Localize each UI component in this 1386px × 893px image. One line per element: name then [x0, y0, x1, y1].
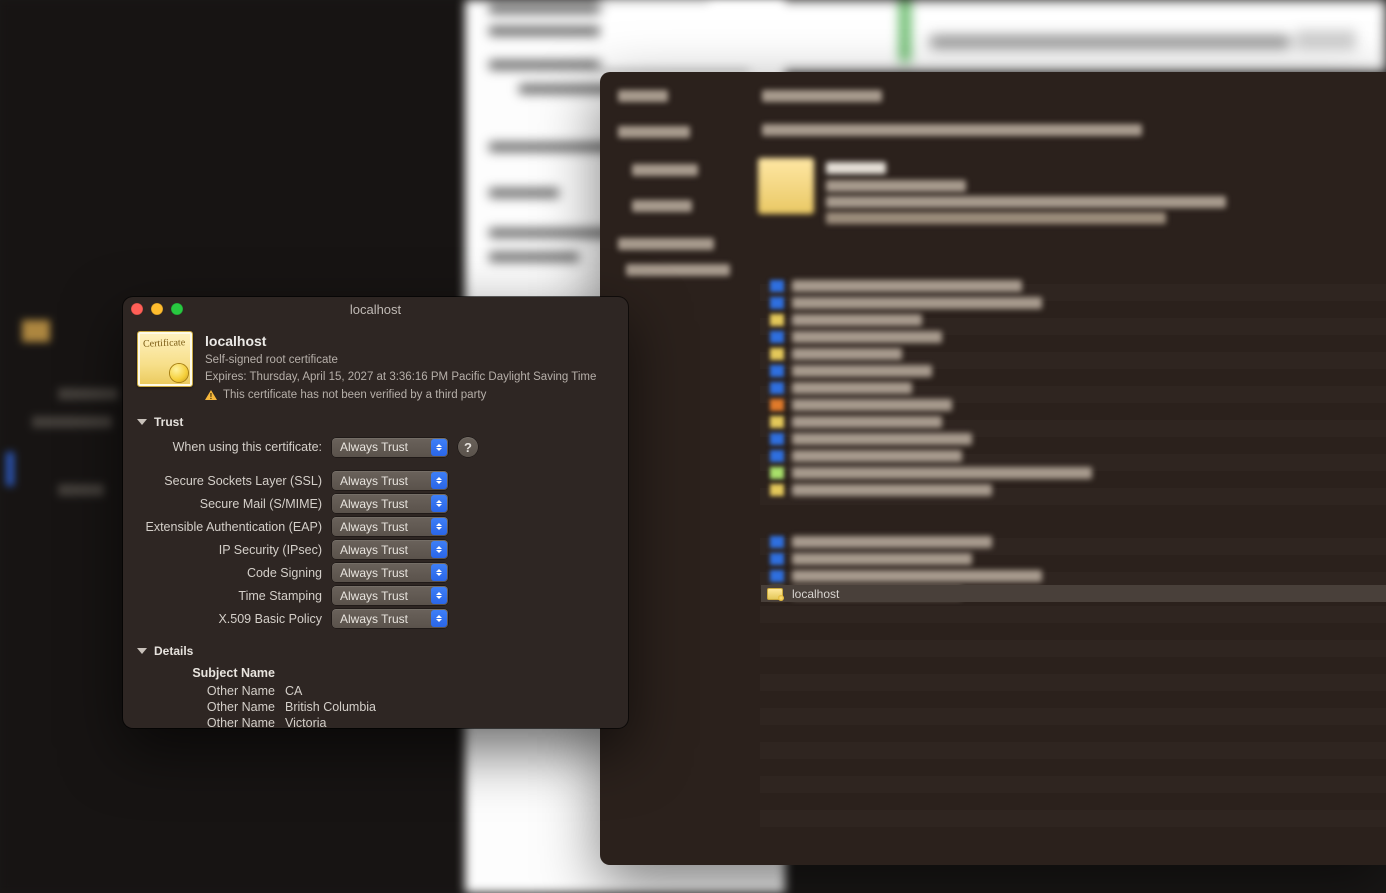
popup-stepper-icon	[431, 587, 447, 604]
titlebar: localhost	[123, 297, 628, 321]
trust-row: Time StampingAlways Trust	[137, 586, 614, 605]
certificate-expiry: Expires: Thursday, April 15, 2027 at 3:3…	[205, 369, 596, 386]
certificate-icon	[767, 588, 783, 600]
subject-name-label: Subject Name	[137, 666, 285, 680]
popup-stepper-icon	[431, 564, 447, 581]
detail-row-value: CA	[285, 684, 302, 698]
detail-row-value: Victoria	[285, 716, 326, 728]
chevron-down-icon	[137, 648, 147, 654]
certificate-icon	[137, 331, 193, 387]
trust-row: Secure Sockets Layer (SSL)Always Trust	[137, 471, 614, 490]
window-title: localhost	[123, 302, 628, 317]
popup-stepper-icon	[431, 541, 447, 558]
when-using-label: When using this certificate:	[137, 440, 332, 454]
trust-row-label: Code Signing	[137, 566, 332, 580]
keychain-item-localhost[interactable]: localhost	[761, 585, 1386, 602]
trust-row-label: Time Stamping	[137, 589, 332, 603]
trust-section-header[interactable]: Trust	[137, 415, 614, 429]
trust-row: Extensible Authentication (EAP)Always Tr…	[137, 517, 614, 536]
trust-row-label: Secure Mail (S/MIME)	[137, 497, 332, 511]
trust-row: Code SigningAlways Trust	[137, 563, 614, 582]
trust-row-label: IP Security (IPsec)	[137, 543, 332, 557]
popup-stepper-icon	[431, 518, 447, 535]
popup-stepper-icon	[431, 439, 447, 456]
detail-row: Other NameBritish Columbia	[137, 700, 614, 714]
obscured-topbar	[600, 0, 1386, 72]
trust-row-label: X.509 Basic Policy	[137, 612, 332, 626]
keychain-item-label: localhost	[792, 587, 839, 601]
certificate-dialog: localhost localhost Self-signed root cer…	[123, 297, 628, 728]
popup-stepper-icon	[431, 495, 447, 512]
trust-row: IP Security (IPsec)Always Trust	[137, 540, 614, 559]
detail-row-label: Other Name	[137, 716, 285, 728]
detail-row-label: Other Name	[137, 684, 285, 698]
popup-stepper-icon	[431, 610, 447, 627]
detail-row-label: Other Name	[137, 700, 285, 714]
obscured-keychain-window	[600, 72, 1386, 865]
trust-row-popup[interactable]: Always Trust	[332, 471, 448, 490]
popup-stepper-icon	[431, 472, 447, 489]
trust-row-label: Secure Sockets Layer (SSL)	[137, 474, 332, 488]
detail-row: Other NameVictoria	[137, 716, 614, 728]
trust-row-popup[interactable]: Always Trust	[332, 494, 448, 513]
trust-row-popup[interactable]: Always Trust	[332, 540, 448, 559]
certificate-kind: Self-signed root certificate	[205, 352, 596, 369]
help-button[interactable]: ?	[458, 437, 478, 457]
chevron-down-icon	[137, 419, 147, 425]
trust-row-popup[interactable]: Always Trust	[332, 586, 448, 605]
detail-row: Other NameCA	[137, 684, 614, 698]
trust-row: X.509 Basic PolicyAlways Trust	[137, 609, 614, 628]
certificate-name: localhost	[205, 331, 596, 351]
trust-row: Secure Mail (S/MIME)Always Trust	[137, 494, 614, 513]
trust-row-label: Extensible Authentication (EAP)	[137, 520, 332, 534]
certificate-warning: This certificate has not been verified b…	[223, 387, 486, 404]
warning-icon	[205, 390, 217, 400]
trust-row-popup[interactable]: Always Trust	[332, 609, 448, 628]
when-using-popup[interactable]: Always Trust	[332, 438, 448, 457]
details-section-header[interactable]: Details	[137, 644, 614, 658]
trust-row-popup[interactable]: Always Trust	[332, 517, 448, 536]
detail-row-value: British Columbia	[285, 700, 376, 714]
trust-row-popup[interactable]: Always Trust	[332, 563, 448, 582]
